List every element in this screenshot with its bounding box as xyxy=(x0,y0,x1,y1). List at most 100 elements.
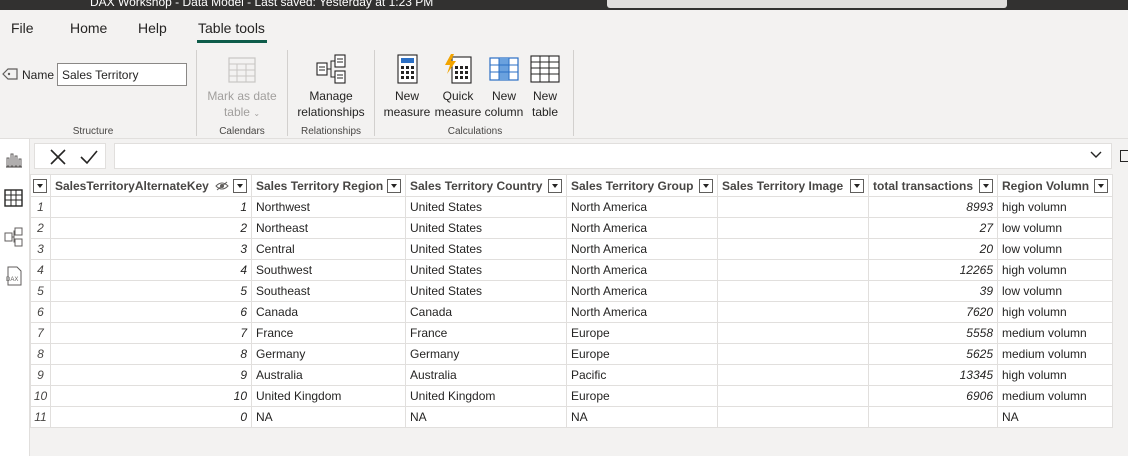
cell-country[interactable]: United States xyxy=(405,259,567,281)
cell-image[interactable] xyxy=(717,385,869,407)
cell-image[interactable] xyxy=(717,238,869,260)
filter-dropdown-button[interactable] xyxy=(387,179,401,193)
cell-region[interactable]: Northeast xyxy=(251,217,406,239)
row-number[interactable]: 1 xyxy=(30,196,51,218)
cell-total-transactions[interactable]: 7620 xyxy=(868,301,998,323)
row-number[interactable]: 6 xyxy=(30,301,51,323)
column-header[interactable]: Sales Territory Region xyxy=(251,174,406,197)
row-number[interactable]: 8 xyxy=(30,343,51,365)
cell-total-transactions[interactable]: 39 xyxy=(868,280,998,302)
cell-country[interactable]: Germany xyxy=(405,343,567,365)
cell-region[interactable]: Australia xyxy=(251,364,406,386)
cell-country[interactable]: United States xyxy=(405,217,567,239)
cell-group[interactable]: Europe xyxy=(566,322,718,344)
cell-region-volumn[interactable]: high volumn xyxy=(997,196,1113,218)
new-column-button[interactable]: New column xyxy=(484,54,524,120)
quick-measure-button[interactable]: Quick measure xyxy=(433,54,483,120)
filter-dropdown-button[interactable] xyxy=(233,179,247,193)
cell-alternate-key[interactable]: 9 xyxy=(50,364,252,386)
cell-total-transactions[interactable] xyxy=(868,406,998,428)
column-header[interactable]: Sales Territory Country xyxy=(405,174,567,197)
column-header[interactable]: Sales Territory Image xyxy=(717,174,869,197)
filter-dropdown-button[interactable] xyxy=(548,179,562,193)
cell-image[interactable] xyxy=(717,217,869,239)
filter-dropdown-button[interactable] xyxy=(850,179,864,193)
cell-image[interactable] xyxy=(717,343,869,365)
cell-country[interactable]: Canada xyxy=(405,301,567,323)
cell-region[interactable]: Central xyxy=(251,238,406,260)
cell-group[interactable]: NA xyxy=(566,406,718,428)
row-number[interactable]: 3 xyxy=(30,238,51,260)
cell-alternate-key[interactable]: 10 xyxy=(50,385,252,407)
cell-group[interactable]: North America xyxy=(566,196,718,218)
row-number[interactable]: 7 xyxy=(30,322,51,344)
cell-region[interactable]: Northwest xyxy=(251,196,406,218)
cell-group[interactable]: North America xyxy=(566,238,718,260)
cell-image[interactable] xyxy=(717,301,869,323)
manage-relationships-button[interactable]: Manage relationships xyxy=(294,54,368,120)
cell-country[interactable]: United States xyxy=(405,196,567,218)
filter-dropdown-button[interactable] xyxy=(33,179,47,193)
cell-alternate-key[interactable]: 2 xyxy=(50,217,252,239)
row-number[interactable]: 5 xyxy=(30,280,51,302)
row-number[interactable]: 11 xyxy=(30,406,51,428)
row-number[interactable]: 9 xyxy=(30,364,51,386)
row-number[interactable]: 2 xyxy=(30,217,51,239)
cell-region[interactable]: United Kingdom xyxy=(251,385,406,407)
new-table-button[interactable]: New table xyxy=(527,54,563,120)
cell-country[interactable]: United States xyxy=(405,238,567,260)
cell-total-transactions[interactable]: 5558 xyxy=(868,322,998,344)
cell-alternate-key[interactable]: 8 xyxy=(50,343,252,365)
cell-region-volumn[interactable]: low volumn xyxy=(997,217,1113,239)
cell-group[interactable]: Europe xyxy=(566,343,718,365)
cell-region[interactable]: Southeast xyxy=(251,280,406,302)
tab-table-tools[interactable]: Table tools xyxy=(198,20,265,36)
cell-region-volumn[interactable]: medium volumn xyxy=(997,322,1113,344)
cell-group[interactable]: North America xyxy=(566,259,718,281)
cell-country[interactable]: United States xyxy=(405,280,567,302)
cell-alternate-key[interactable]: 6 xyxy=(50,301,252,323)
column-header[interactable]: SalesTerritoryAlternateKey xyxy=(50,174,252,197)
cell-image[interactable] xyxy=(717,406,869,428)
cell-group[interactable]: Europe xyxy=(566,385,718,407)
cell-total-transactions[interactable]: 27 xyxy=(868,217,998,239)
bar-chart-icon[interactable] xyxy=(3,149,25,169)
cell-region-volumn[interactable]: low volumn xyxy=(997,280,1113,302)
cell-region[interactable]: Canada xyxy=(251,301,406,323)
cell-region-volumn[interactable]: low volumn xyxy=(997,238,1113,260)
cell-alternate-key[interactable]: 4 xyxy=(50,259,252,281)
filter-dropdown-button[interactable] xyxy=(1094,179,1108,193)
cell-group[interactable]: North America xyxy=(566,301,718,323)
cell-total-transactions[interactable]: 13345 xyxy=(868,364,998,386)
cell-alternate-key[interactable]: 3 xyxy=(50,238,252,260)
cell-group[interactable]: North America xyxy=(566,280,718,302)
cell-alternate-key[interactable]: 5 xyxy=(50,280,252,302)
cell-alternate-key[interactable]: 7 xyxy=(50,322,252,344)
dax-icon[interactable]: DAX xyxy=(3,266,25,286)
cell-image[interactable] xyxy=(717,322,869,344)
filter-dropdown-button[interactable] xyxy=(699,179,713,193)
cell-region[interactable]: France xyxy=(251,322,406,344)
cell-region[interactable]: Southwest xyxy=(251,259,406,281)
cell-group[interactable]: Pacific xyxy=(566,364,718,386)
cell-image[interactable] xyxy=(717,280,869,302)
filter-dropdown-button[interactable] xyxy=(979,179,993,193)
column-header[interactable]: total transactions xyxy=(868,174,998,197)
cell-total-transactions[interactable]: 20 xyxy=(868,238,998,260)
chevron-down-icon[interactable] xyxy=(1090,150,1102,160)
column-header[interactable]: Sales Territory Group xyxy=(566,174,718,197)
formula-input[interactable] xyxy=(114,143,1112,169)
cell-country[interactable]: France xyxy=(405,322,567,344)
cell-total-transactions[interactable]: 8993 xyxy=(868,196,998,218)
cell-group[interactable]: North America xyxy=(566,217,718,239)
cell-region-volumn[interactable]: medium volumn xyxy=(997,343,1113,365)
cell-image[interactable] xyxy=(717,259,869,281)
tab-home[interactable]: Home xyxy=(70,20,107,36)
cell-region[interactable]: NA xyxy=(251,406,406,428)
cell-country[interactable]: Australia xyxy=(405,364,567,386)
cell-total-transactions[interactable]: 5625 xyxy=(868,343,998,365)
search-box[interactable] xyxy=(607,0,1007,8)
cell-region-volumn[interactable]: NA xyxy=(997,406,1113,428)
cell-image[interactable] xyxy=(717,364,869,386)
column-header[interactable]: Region Volumn xyxy=(997,174,1113,197)
